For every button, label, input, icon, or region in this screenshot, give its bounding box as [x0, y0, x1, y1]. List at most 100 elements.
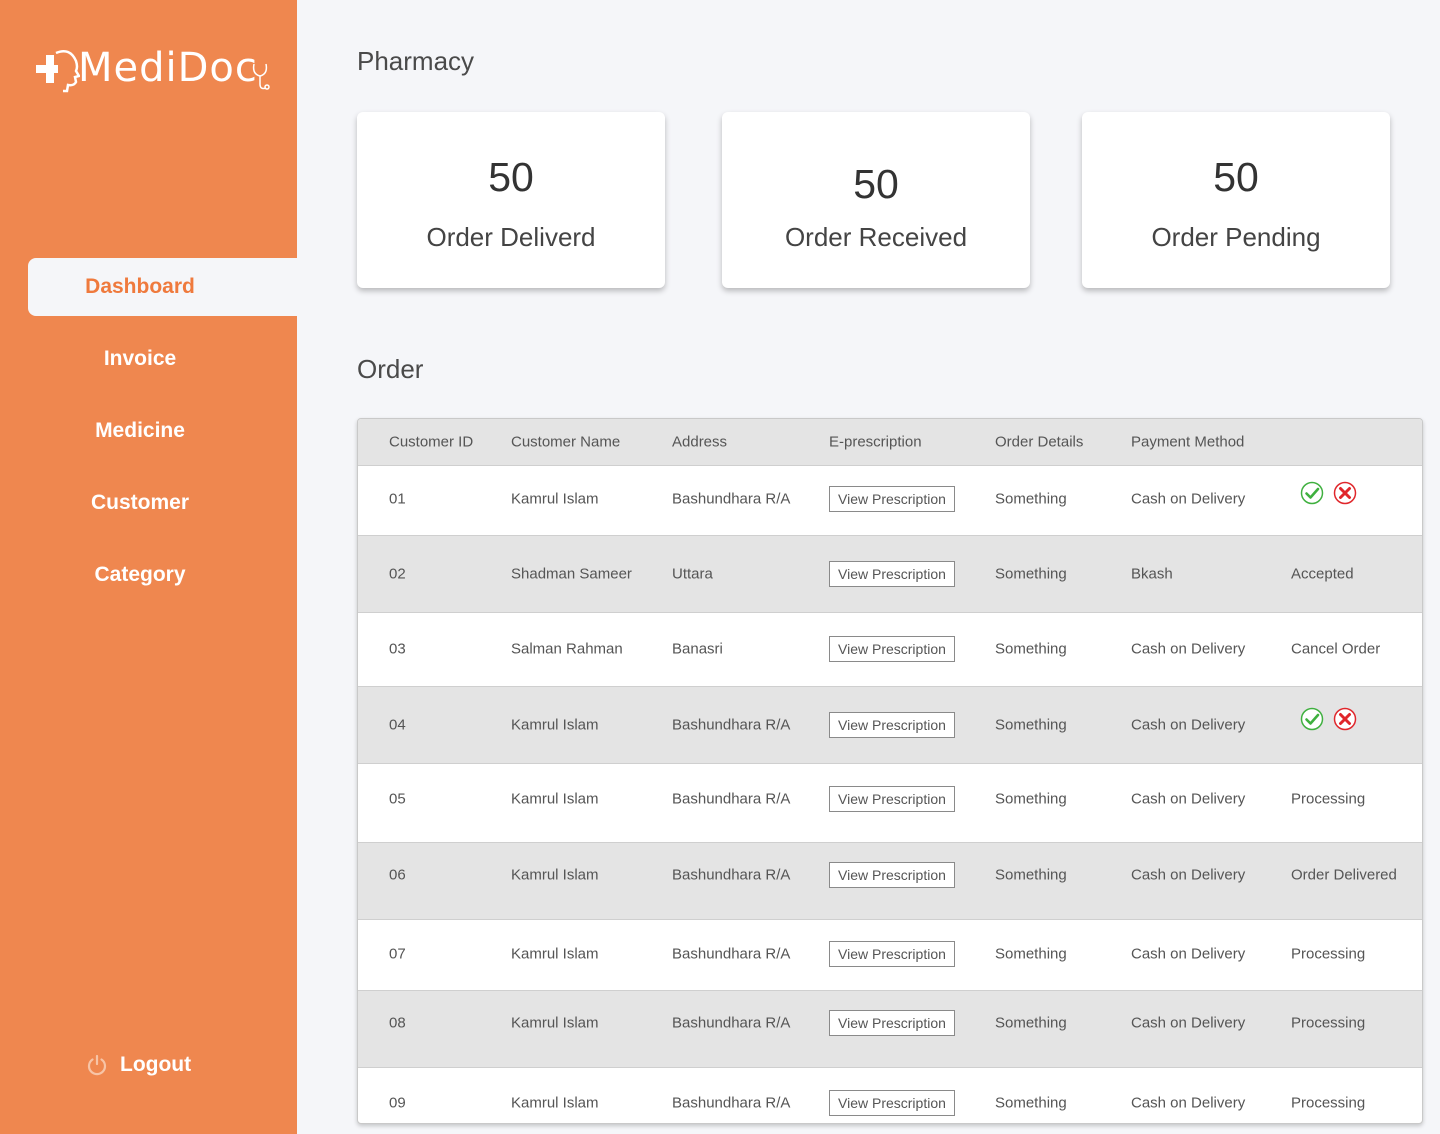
payment-method: Cash on Delivery [1131, 945, 1246, 963]
logout-label: Logout [120, 1053, 192, 1076]
payment-method: Bkash [1131, 565, 1173, 583]
sidebar-item-category[interactable]: Category [28, 546, 297, 604]
column-header: Address [672, 433, 728, 451]
order-details: Something [995, 565, 1067, 583]
sidebar-item-label: Dashboard [85, 275, 195, 298]
stat-card-received: 50 Order Received [722, 112, 1030, 288]
customer-id: 07 [389, 945, 406, 963]
stat-card-pending: 50 Order Pending [1082, 112, 1390, 288]
customer-name: Kamrul Islam [511, 866, 599, 884]
order-details: Something [995, 640, 1067, 658]
address: Bashundhara R/A [672, 866, 791, 884]
table-row: 04 Kamrul Islam Bashundhara R/A View Prescr… [358, 686, 1422, 764]
customer-id: 02 [389, 565, 406, 583]
stat-label: Order Received [784, 222, 968, 252]
table-row: 02 Shadman Sameer Uttara View Prescription S… [358, 535, 1422, 613]
stat-value: 50 [1213, 154, 1259, 200]
sidebar-item-label: Invoice [103, 347, 177, 370]
customer-id: 06 [389, 866, 406, 884]
sidebar-item-medicine[interactable]: Medicine [28, 402, 297, 460]
order-status: Processing [1291, 1014, 1366, 1032]
view-prescription-button[interactable]: View Prescription [829, 786, 955, 812]
logout-button[interactable]: Logout [86, 1046, 191, 1084]
stat-label: Order Deliverd [426, 222, 596, 252]
table-header: Customer ID Customer Name Address E-pres… [358, 419, 1422, 466]
logo-text: MediDoc [78, 45, 258, 91]
view-prescription-button[interactable]: View Prescription [829, 636, 955, 662]
order-status: Accepted [1291, 565, 1354, 583]
customer-name: Kamrul Islam [511, 1014, 599, 1032]
logo[interactable]: MediDoc [34, 38, 272, 98]
x-circle-icon[interactable] [1333, 707, 1357, 731]
view-prescription-button[interactable]: View Prescription [829, 941, 955, 967]
sidebar-item-customer[interactable]: Customer [28, 474, 297, 532]
customer-name: Kamrul Islam [511, 490, 599, 508]
orders-table: Customer ID Customer Name Address E-pres… [357, 418, 1423, 1124]
order-status: Processing [1291, 1094, 1366, 1112]
order-status: Order Delivered [1291, 866, 1397, 884]
stat-value: 50 [488, 154, 534, 200]
column-header: Order Details [995, 433, 1084, 451]
order-status: Processing [1291, 945, 1366, 963]
column-header: Customer Name [511, 433, 621, 451]
sidebar-item-dashboard[interactable]: Dashboard [28, 258, 297, 316]
order-status: Cancel Order [1291, 640, 1381, 658]
customer-id: 09 [389, 1094, 406, 1112]
order-details: Something [995, 1094, 1067, 1112]
table-row: 08 Kamrul Islam Bashundhara R/A View Prescr… [358, 990, 1422, 1068]
payment-method: Cash on Delivery [1131, 490, 1246, 508]
view-prescription-button[interactable]: View Prescription [829, 486, 955, 512]
address: Bashundhara R/A [672, 790, 791, 808]
payment-method: Cash on Delivery [1131, 866, 1246, 884]
view-prescription-button[interactable]: View Prescription [829, 712, 955, 738]
payment-method: Cash on Delivery [1131, 716, 1246, 734]
x-circle-icon[interactable] [1333, 481, 1357, 505]
view-prescription-button[interactable]: View Prescription [829, 1010, 955, 1036]
customer-id: 01 [389, 490, 406, 508]
view-prescription-button[interactable]: View Prescription [829, 561, 955, 587]
address: Bashundhara R/A [672, 716, 791, 734]
order-status: Processing [1291, 790, 1366, 808]
view-prescription-button[interactable]: View Prescription [829, 862, 955, 888]
customer-name: Kamrul Islam [511, 790, 599, 808]
order-section-title: Order [357, 354, 424, 384]
order-details: Something [995, 866, 1067, 884]
sidebar: MediDoc Dashboard Invoice Medicine Custo… [0, 0, 297, 1134]
payment-method: Cash on Delivery [1131, 1014, 1246, 1032]
customer-id: 03 [389, 640, 406, 658]
table-row: 07 Kamrul Islam Bashundhara R/A View Prescr… [358, 920, 1422, 990]
address: Bashundhara R/A [672, 1094, 791, 1112]
address: Bashundhara R/A [672, 945, 791, 963]
column-header: E-prescription [829, 433, 922, 451]
order-details: Something [995, 490, 1067, 508]
check-circle-icon[interactable] [1300, 707, 1324, 731]
order-details: Something [995, 945, 1067, 963]
table-row: 06 Kamrul Islam Bashundhara R/A View Prescr… [358, 842, 1422, 920]
order-actions [1300, 707, 1357, 731]
customer-name: Kamrul Islam [511, 1094, 599, 1112]
sidebar-item-label: Category [94, 563, 186, 586]
check-circle-icon[interactable] [1300, 481, 1324, 505]
table-row: 01 Kamrul Islam Bashundhara R/A View Prescr… [358, 465, 1422, 535]
address: Banasri [672, 640, 723, 658]
table-row: 09 Kamrul Islam Bashundhara R/A View Prescr… [358, 1068, 1422, 1123]
view-prescription-button[interactable]: View Prescription [829, 1090, 955, 1116]
address: Bashundhara R/A [672, 1014, 791, 1032]
sidebar-item-invoice[interactable]: Invoice [28, 330, 297, 388]
customer-name: Salman Rahman [511, 640, 623, 658]
customer-id: 04 [389, 716, 406, 734]
sidebar-item-label: Medicine [95, 419, 185, 442]
customer-id: 08 [389, 1014, 406, 1032]
address: Uttara [672, 565, 713, 583]
payment-method: Cash on Delivery [1131, 640, 1246, 658]
order-actions [1300, 481, 1357, 505]
customer-name: Kamrul Islam [511, 716, 599, 734]
customer-name: Kamrul Islam [511, 945, 599, 963]
stat-value: 50 [853, 161, 899, 207]
column-header: Payment Method [1131, 433, 1245, 451]
stat-label: Order Pending [1151, 222, 1321, 252]
table-row: 03 Salman Rahman Banasri View Prescription S… [358, 613, 1422, 686]
customer-id: 05 [389, 790, 406, 808]
order-details: Something [995, 716, 1067, 734]
medical-cross-head-icon [36, 50, 80, 93]
